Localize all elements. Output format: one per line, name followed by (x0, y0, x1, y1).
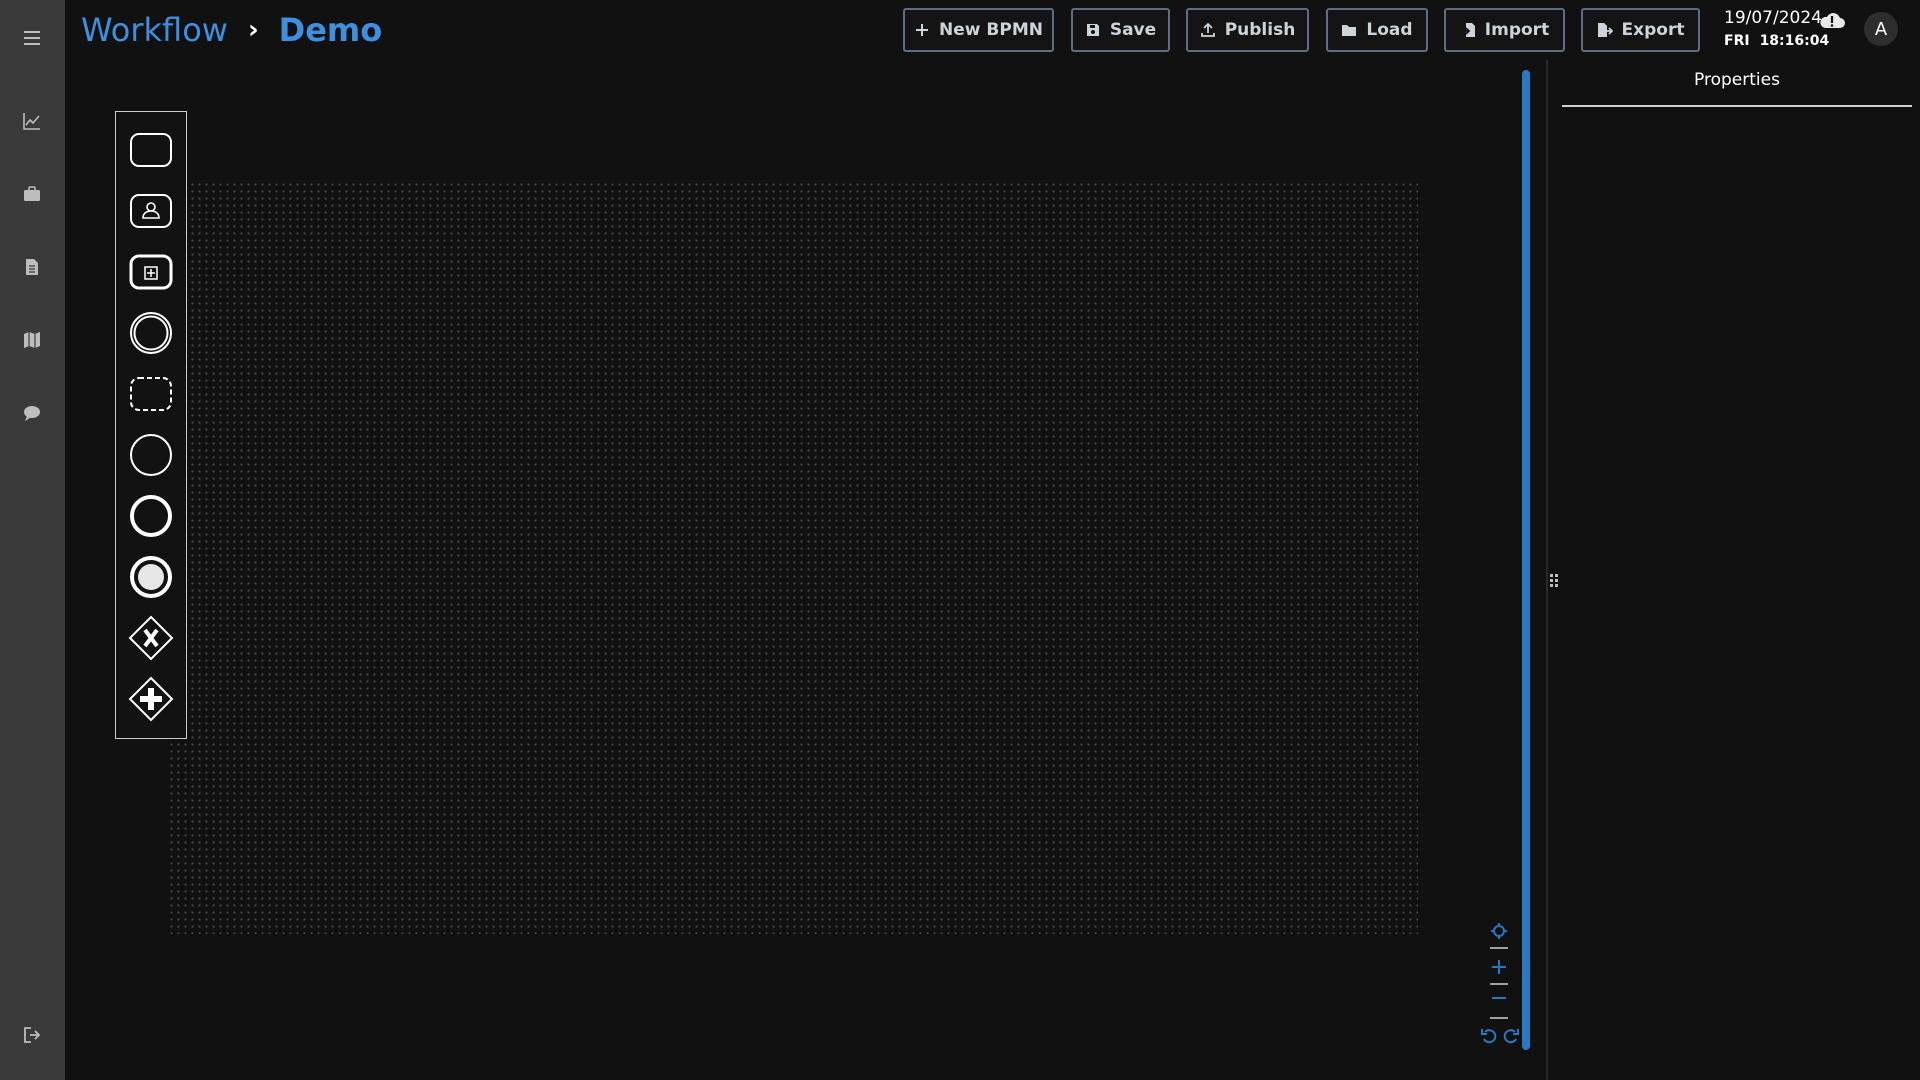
group-icon[interactable] (128, 371, 174, 417)
redo-icon[interactable] (1502, 1026, 1520, 1044)
exclusive-gateway-icon[interactable] (128, 615, 174, 661)
undo-icon[interactable] (1480, 1026, 1498, 1044)
properties-panel: Properties (1562, 60, 1912, 1080)
zoom-in-icon[interactable] (1490, 958, 1508, 976)
save-button[interactable]: Save (1071, 8, 1170, 52)
load-button[interactable]: Load (1326, 8, 1428, 52)
save-label: Save (1109, 20, 1157, 40)
zoom-out-icon[interactable] (1490, 992, 1508, 1004)
subprocess-icon[interactable] (128, 249, 174, 295)
control-divider (1490, 983, 1508, 985)
control-divider (1490, 1017, 1508, 1019)
user-avatar[interactable]: A (1864, 12, 1898, 46)
import-button[interactable]: Import (1444, 8, 1565, 52)
vertical-scrollbar[interactable] (1522, 70, 1530, 1050)
intermediate-event-icon[interactable] (128, 310, 174, 356)
element-palette (115, 111, 187, 739)
breadcrumb: Workflow › Demo (81, 8, 382, 52)
breadcrumb-separator: › (247, 15, 259, 45)
publish-button[interactable]: Publish (1186, 8, 1309, 52)
user-task-icon[interactable] (128, 188, 174, 234)
date-time-display: 19/07/2024 FRI 18:16:04 (1724, 6, 1829, 52)
plus-icon (916, 24, 929, 36)
parallel-gateway-icon[interactable] (128, 676, 174, 722)
drag-handle-icon[interactable] (1548, 570, 1560, 592)
chat-bubble-icon[interactable] (17, 398, 47, 428)
publish-label: Publish (1224, 20, 1296, 40)
load-label: Load (1366, 20, 1413, 40)
upload-icon (1200, 22, 1215, 37)
start-event-icon[interactable] (128, 432, 174, 478)
end-event-icon[interactable] (128, 493, 174, 539)
current-time: 18:16:04 (1759, 33, 1830, 49)
terminate-end-event-icon[interactable] (128, 554, 174, 600)
current-date: 19/07/2024 (1724, 8, 1822, 28)
new-bpmn-button[interactable]: New BPMN (903, 8, 1054, 52)
file-export-icon (1597, 23, 1613, 37)
page-title: Demo (278, 11, 383, 49)
new-bpmn-label: New BPMN (939, 20, 1043, 40)
recenter-icon[interactable] (1490, 922, 1508, 940)
control-divider (1490, 947, 1508, 949)
properties-underline (1562, 105, 1912, 107)
task-icon[interactable] (128, 127, 174, 173)
map-icon[interactable] (17, 325, 47, 355)
briefcase-icon[interactable] (17, 179, 47, 209)
import-label: Import (1484, 20, 1550, 40)
zoom-controls (1481, 918, 1524, 1048)
current-time-row: FRI 18:16:04 (1724, 30, 1829, 52)
document-icon[interactable] (17, 252, 47, 282)
breadcrumb-root-link[interactable]: Workflow (81, 8, 228, 52)
line-chart-icon[interactable] (17, 106, 47, 136)
hamburger-menu-icon[interactable] (17, 23, 47, 53)
properties-title: Properties (1694, 70, 1780, 90)
file-import-icon (1460, 23, 1475, 37)
bpmn-canvas[interactable] (168, 181, 1418, 934)
cloud-alert-icon[interactable] (1818, 9, 1846, 31)
export-label: Export (1621, 20, 1685, 40)
sidebar (0, 0, 65, 1080)
logout-icon[interactable] (17, 1020, 47, 1050)
export-button[interactable]: Export (1581, 8, 1700, 52)
current-day: FRI (1724, 33, 1750, 49)
folder-icon (1342, 25, 1357, 36)
floppy-disk-icon (1086, 24, 1099, 36)
